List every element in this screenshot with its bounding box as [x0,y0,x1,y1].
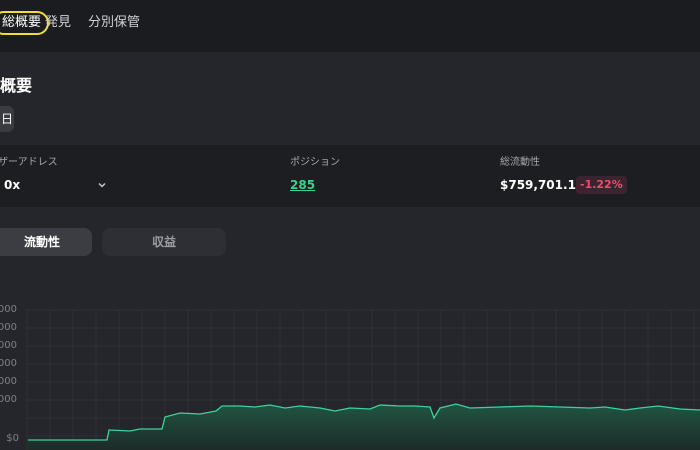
total-liquidity-value: $759,701.13 [500,178,585,192]
liquidity-toggle-button[interactable]: 流動性 [0,228,92,256]
positions-label: ポジション [290,157,340,168]
liquidity-chart [26,309,700,450]
user-address-label: ザーアドレス [0,157,58,168]
tab-discover[interactable]: 発見 [45,12,71,34]
chart-area [28,404,700,450]
top-navigation: 総概要 発見 分別保管 [0,0,700,50]
liquidity-change-badge: -1.22% [576,176,627,194]
chevron-down-icon[interactable] [97,180,107,190]
positions-link[interactable]: 285 [290,178,315,192]
user-address-select[interactable]: 0x [4,178,20,192]
tab-segregated-custody[interactable]: 分別保管 [88,12,140,34]
tab-overview[interactable]: 総概要 [0,11,50,35]
period-selector[interactable]: 日 [0,106,14,132]
page-title: 概要 [0,76,33,95]
period-label: 日 [0,112,13,126]
total-liquidity-label: 総流動性 [500,157,540,168]
revenue-toggle-button[interactable]: 収益 [102,228,226,256]
positions-count[interactable]: 285 [290,178,315,192]
